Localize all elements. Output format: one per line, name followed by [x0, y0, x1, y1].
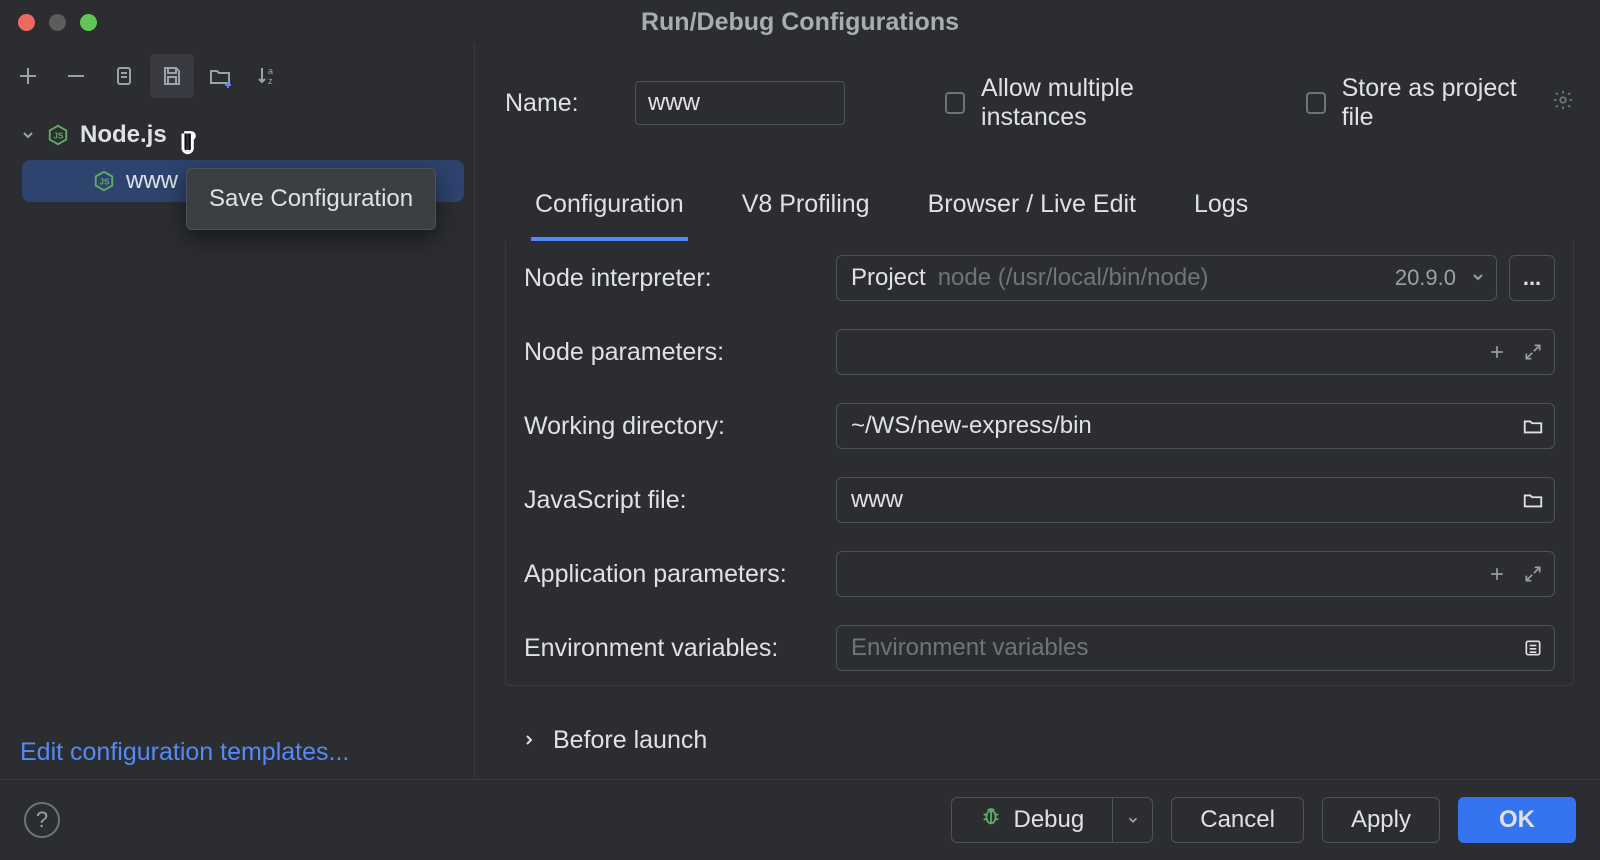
working-directory-label: Working directory: — [524, 412, 836, 441]
node-version: 20.9.0 — [1395, 265, 1456, 291]
debug-dropdown-button[interactable] — [1113, 797, 1153, 843]
node-interpreter-label: Node interpreter: — [524, 264, 836, 293]
traffic-lights — [0, 14, 97, 31]
environment-variables-input[interactable]: Environment variables — [836, 625, 1555, 671]
tab-browser-live-edit[interactable]: Browser / Live Edit — [924, 180, 1140, 241]
nodejs-icon: JS — [46, 123, 70, 147]
javascript-file-input[interactable]: www — [836, 477, 1555, 523]
tooltip-save-config: Save Configuration — [186, 168, 436, 230]
tab-v8-profiling[interactable]: V8 Profiling — [738, 180, 874, 241]
expand-icon[interactable] — [1522, 563, 1544, 585]
store-project-label: Store as project file — [1342, 74, 1528, 132]
interpreter-prefix: Project — [851, 264, 926, 292]
debug-label: Debug — [1014, 806, 1085, 834]
allow-multiple-group[interactable]: Allow multiple instances — [945, 74, 1218, 132]
titlebar: Run/Debug Configurations — [0, 0, 1600, 44]
nodejs-icon: JS — [92, 169, 116, 193]
cancel-button[interactable]: Cancel — [1171, 797, 1304, 843]
node-parameters-input[interactable] — [836, 329, 1555, 375]
interpreter-path: node (/usr/local/bin/node) — [938, 264, 1209, 292]
sidebar-toolbar: az — [0, 44, 474, 108]
debug-split-button: Debug — [951, 797, 1154, 843]
sort-button[interactable]: az — [246, 54, 290, 98]
save-config-button[interactable] — [150, 54, 194, 98]
row-environment-variables: Environment variables: Environment varia… — [506, 611, 1573, 685]
copy-config-button[interactable] — [102, 54, 146, 98]
footer: ? Debug Cancel Apply OK — [0, 779, 1600, 859]
bug-icon — [980, 805, 1002, 834]
application-parameters-input[interactable] — [836, 551, 1555, 597]
minimize-window-button[interactable] — [49, 14, 66, 31]
row-node-parameters: Node parameters: — [506, 315, 1573, 389]
zoom-window-button[interactable] — [80, 14, 97, 31]
gear-icon[interactable] — [1552, 89, 1574, 117]
row-node-interpreter: Node interpreter: Project node (/usr/loc… — [506, 241, 1573, 315]
plus-icon[interactable] — [1486, 341, 1508, 363]
store-project-group[interactable]: Store as project file — [1306, 74, 1574, 132]
sidebar: az JS Node.js JS www Save Configuration … — [0, 44, 475, 779]
chevron-down-icon — [20, 122, 36, 149]
content-panel: Name: Allow multiple instances Store as … — [475, 44, 1600, 779]
name-label: Name: — [505, 89, 595, 118]
svg-text:a: a — [268, 66, 273, 76]
add-config-button[interactable] — [6, 54, 50, 98]
row-javascript-file: JavaScript file: www — [506, 463, 1573, 537]
chevron-down-icon — [1470, 264, 1486, 292]
field-placeholder: Environment variables — [851, 634, 1514, 662]
folder-icon[interactable] — [1522, 415, 1544, 437]
svg-text:JS: JS — [53, 132, 64, 141]
edit-templates-link[interactable]: Edit configuration templates... — [20, 738, 349, 767]
new-folder-button[interactable] — [198, 54, 242, 98]
svg-text:z: z — [268, 76, 273, 86]
allow-multiple-checkbox[interactable] — [945, 92, 965, 114]
browse-interpreter-button[interactable]: ... — [1509, 255, 1555, 301]
help-button[interactable]: ? — [24, 802, 60, 838]
tab-logs[interactable]: Logs — [1190, 180, 1252, 241]
tab-configuration[interactable]: Configuration — [531, 180, 688, 241]
window-title: Run/Debug Configurations — [641, 8, 959, 37]
config-panel: Node interpreter: Project node (/usr/loc… — [505, 241, 1574, 686]
javascript-file-label: JavaScript file: — [524, 486, 836, 515]
folder-icon[interactable] — [1522, 489, 1544, 511]
row-application-parameters: Application parameters: — [506, 537, 1573, 611]
field-text: ~/WS/new-express/bin — [851, 412, 1514, 440]
before-launch-section[interactable]: Before launch — [505, 686, 1574, 755]
store-project-checkbox[interactable] — [1306, 92, 1326, 114]
expand-icon[interactable] — [1522, 341, 1544, 363]
environment-variables-label: Environment variables: — [524, 634, 836, 663]
allow-multiple-label: Allow multiple instances — [981, 74, 1218, 132]
field-text: www — [851, 486, 1514, 514]
main-area: az JS Node.js JS www Save Configuration … — [0, 44, 1600, 779]
ok-button[interactable]: OK — [1458, 797, 1576, 843]
chevron-right-icon — [521, 726, 537, 755]
apply-button[interactable]: Apply — [1322, 797, 1440, 843]
row-working-directory: Working directory: ~/WS/new-express/bin — [506, 389, 1573, 463]
tree-node-label: www — [126, 167, 178, 195]
tree-node-label: Node.js — [80, 121, 167, 149]
svg-text:JS: JS — [99, 178, 110, 187]
tree-node-nodejs[interactable]: JS Node.js — [0, 114, 474, 156]
tabs: Configuration V8 Profiling Browser / Liv… — [531, 180, 1574, 241]
application-parameters-label: Application parameters: — [524, 560, 836, 589]
node-parameters-label: Node parameters: — [524, 338, 836, 367]
node-interpreter-select[interactable]: Project node (/usr/local/bin/node) 20.9.… — [836, 255, 1497, 301]
plus-icon[interactable] — [1486, 563, 1508, 585]
name-row: Name: Allow multiple instances Store as … — [505, 74, 1574, 132]
remove-config-button[interactable] — [54, 54, 98, 98]
close-window-button[interactable] — [18, 14, 35, 31]
name-input[interactable] — [635, 81, 845, 125]
before-launch-label: Before launch — [553, 726, 707, 755]
list-icon[interactable] — [1522, 637, 1544, 659]
debug-button[interactable]: Debug — [951, 797, 1114, 843]
working-directory-input[interactable]: ~/WS/new-express/bin — [836, 403, 1555, 449]
